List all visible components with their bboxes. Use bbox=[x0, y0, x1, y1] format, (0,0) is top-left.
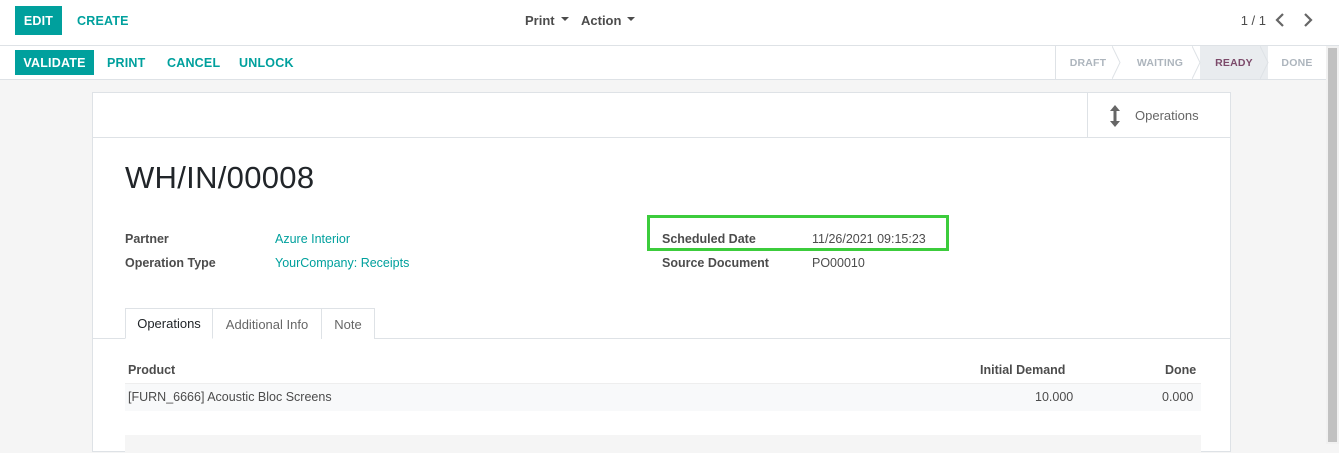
record-title: WH/IN/00008 bbox=[125, 160, 315, 195]
chevron-separator-icon bbox=[1112, 46, 1121, 79]
scheduled-date-value: 11/26/2021 09:15:23 bbox=[812, 232, 926, 246]
done-cell[interactable]: 0.000 bbox=[1162, 390, 1193, 404]
stage-ready[interactable]: READY bbox=[1200, 46, 1269, 79]
print-button[interactable]: PRINT bbox=[107, 50, 146, 75]
create-button[interactable]: CREATE bbox=[77, 6, 129, 35]
stage-done[interactable]: DONE bbox=[1268, 46, 1326, 79]
smart-button-label: Operations bbox=[1135, 108, 1199, 123]
smart-button-box: Operations bbox=[93, 93, 1230, 138]
chevron-separator-icon bbox=[1192, 46, 1201, 79]
action-dropdown[interactable]: Action bbox=[581, 6, 636, 35]
chevron-separator-icon bbox=[1260, 46, 1269, 79]
chevron-right-icon[interactable] bbox=[1299, 9, 1317, 31]
column-header-initial-demand[interactable]: Initial Demand bbox=[980, 363, 1065, 377]
edit-button[interactable]: EDIT bbox=[15, 6, 62, 35]
stage-label: DONE bbox=[1281, 56, 1313, 69]
arrows-v-icon bbox=[1110, 105, 1120, 127]
notebook-tabs: Operations Additional Info Note bbox=[125, 308, 375, 339]
status-bar: VALIDATE PRINT CANCEL UNLOCK DRAFT WAITI… bbox=[0, 46, 1326, 80]
print-dropdown[interactable]: Print bbox=[525, 6, 569, 35]
stage-waiting[interactable]: WAITING bbox=[1120, 46, 1201, 79]
stage-draft[interactable]: DRAFT bbox=[1056, 46, 1121, 79]
tab-operations[interactable]: Operations bbox=[125, 308, 213, 339]
partner-label: Partner bbox=[125, 232, 169, 246]
tab-note[interactable]: Note bbox=[321, 308, 375, 339]
pager-value[interactable]: 1 / 1 bbox=[1241, 13, 1266, 28]
operation-type-value[interactable]: YourCompany: Receipts bbox=[275, 256, 409, 270]
operation-type-label: Operation Type bbox=[125, 256, 216, 270]
validate-button[interactable]: VALIDATE bbox=[15, 50, 94, 75]
chevron-left-icon[interactable] bbox=[1271, 9, 1289, 31]
form-sheet: Operations WH/IN/00008 Partner Azure Int… bbox=[92, 92, 1231, 453]
action-dropdown-label: Action bbox=[581, 13, 622, 28]
operations-smart-button[interactable]: Operations bbox=[1087, 93, 1230, 137]
stage-label: DRAFT bbox=[1069, 56, 1107, 69]
partner-value[interactable]: Azure Interior bbox=[275, 232, 350, 246]
caret-down-icon bbox=[560, 16, 569, 21]
tab-additional-info[interactable]: Additional Info bbox=[212, 308, 322, 339]
column-header-product[interactable]: Product bbox=[128, 363, 175, 377]
source-document-label: Source Document bbox=[662, 256, 769, 270]
cancel-button[interactable]: CANCEL bbox=[167, 50, 220, 75]
stage-pipeline: DRAFT WAITING READY DONE bbox=[1055, 46, 1326, 79]
product-cell[interactable]: [FURN_6666] Acoustic Bloc Screens bbox=[128, 390, 332, 404]
stage-label: WAITING bbox=[1136, 56, 1184, 69]
unlock-button[interactable]: UNLOCK bbox=[239, 50, 294, 75]
column-header-done[interactable]: Done bbox=[1165, 363, 1196, 377]
scheduled-date-label: Scheduled Date bbox=[662, 232, 756, 246]
source-document-value: PO00010 bbox=[812, 256, 865, 270]
initial-demand-cell[interactable]: 10.000 bbox=[1035, 390, 1073, 404]
control-panel: EDIT CREATE Print Action 1 / 1 bbox=[0, 0, 1339, 46]
add-line-row[interactable] bbox=[125, 435, 1201, 453]
caret-down-icon bbox=[627, 16, 636, 21]
print-dropdown-label: Print bbox=[525, 13, 555, 28]
scrollbar[interactable] bbox=[1326, 46, 1339, 444]
scrollbar-thumb[interactable] bbox=[1328, 48, 1337, 442]
stage-label: READY bbox=[1215, 56, 1253, 69]
